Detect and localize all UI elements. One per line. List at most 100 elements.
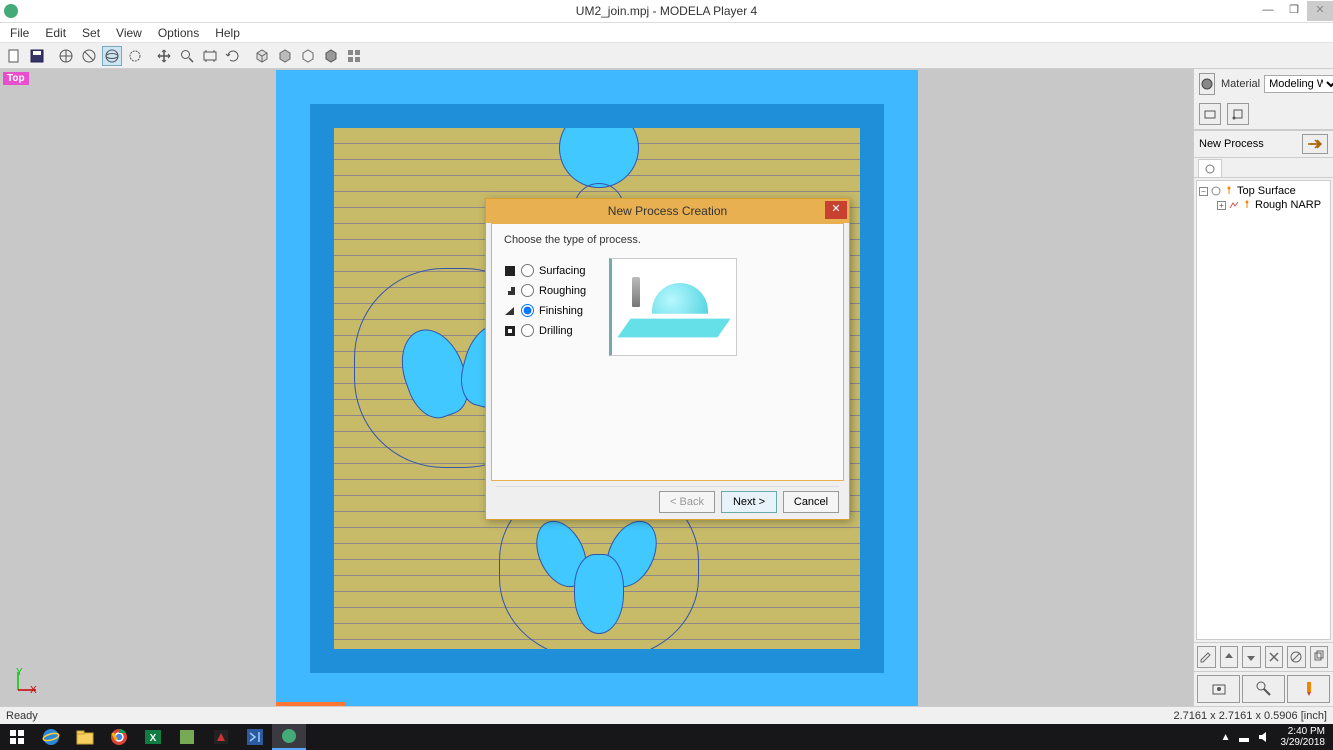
tree-child-label: Rough NARP (1255, 199, 1321, 211)
status-bar: Ready 2.7161 x 2.7161 x 0.5906 [inch] (0, 706, 1333, 724)
back-button: < Back (659, 491, 715, 513)
surfacing-icon (504, 265, 516, 277)
movedown-icon[interactable] (1242, 646, 1261, 668)
tray-network-icon[interactable] (1237, 730, 1251, 744)
tree-child[interactable]: + Rough NARP (1199, 198, 1328, 212)
disable-icon[interactable] (1287, 646, 1306, 668)
option-finishing[interactable]: Finishing (504, 303, 604, 318)
next-button[interactable]: Next > (721, 491, 777, 513)
material-label: Material (1221, 78, 1260, 90)
delete-icon[interactable] (1265, 646, 1284, 668)
menu-help[interactable]: Help (207, 26, 248, 40)
zoom-icon[interactable] (177, 46, 197, 66)
tree-root[interactable]: − Top Surface (1199, 184, 1328, 198)
dialog-prompt: Choose the type of process. (504, 234, 831, 246)
svg-text:X: X (150, 733, 157, 744)
new-process-dialog: New Process Creation ✕ Choose the type o… (485, 198, 850, 520)
process-preview-image (609, 258, 737, 356)
drilling-label: Drilling (539, 325, 573, 337)
start-button[interactable] (0, 724, 34, 750)
cube1-icon[interactable] (252, 46, 272, 66)
taskbar-chrome-icon[interactable] (102, 724, 136, 750)
process-tree[interactable]: − Top Surface + Rough NARP (1196, 180, 1331, 640)
cube3-icon[interactable] (298, 46, 318, 66)
save-icon[interactable] (27, 46, 47, 66)
menu-view[interactable]: View (108, 26, 150, 40)
option-surfacing[interactable]: Surfacing (504, 263, 604, 278)
rotate-icon[interactable] (223, 46, 243, 66)
tray-up-icon[interactable]: ▲ (1221, 732, 1231, 743)
new-file-icon[interactable] (4, 46, 24, 66)
process-tab[interactable] (1198, 159, 1222, 177)
radio-surfacing[interactable] (521, 264, 534, 277)
app-icon (4, 4, 18, 18)
material-icon[interactable] (1199, 73, 1215, 95)
side-panel: Material Modeling Wax New Process − Top … (1193, 69, 1333, 706)
material-select[interactable]: Modeling Wax (1264, 75, 1333, 93)
process-type-options: Surfacing Roughing Finishing Drilling (504, 258, 604, 343)
radio-drilling[interactable] (521, 324, 534, 337)
process-tool-row (1194, 642, 1333, 671)
menu-set[interactable]: Set (74, 26, 108, 40)
preview-button[interactable] (1197, 675, 1240, 703)
view-top-icon[interactable] (102, 46, 122, 66)
pan-icon[interactable] (154, 46, 174, 66)
surface-icon (1211, 186, 1221, 196)
taskbar-clock[interactable]: 2:40 PM 3/29/2018 (1277, 724, 1330, 750)
finishing-icon (504, 305, 516, 317)
expand-icon[interactable]: + (1217, 201, 1226, 210)
new-process-label: New Process (1199, 138, 1302, 150)
taskbar-explorer-icon[interactable] (68, 724, 102, 750)
dialog-title-bar[interactable]: New Process Creation ✕ (486, 199, 849, 223)
cancel-button[interactable]: Cancel (783, 491, 839, 513)
window-buttons: — ❐ ✕ (1255, 1, 1333, 21)
dialog-close-button[interactable]: ✕ (825, 201, 847, 219)
tool-button[interactable] (1242, 675, 1285, 703)
option-drilling[interactable]: Drilling (504, 323, 604, 338)
restore-button[interactable]: ❐ (1281, 1, 1307, 21)
taskbar-modela-icon[interactable] (272, 724, 306, 750)
drilling-icon (504, 325, 516, 337)
fit-icon[interactable] (200, 46, 220, 66)
taskbar-app2-icon[interactable] (204, 724, 238, 750)
close-button[interactable]: ✕ (1307, 1, 1333, 21)
grid-icon[interactable] (344, 46, 364, 66)
cube4-icon[interactable] (321, 46, 341, 66)
moveup-icon[interactable] (1220, 646, 1239, 668)
origin-marker (276, 702, 346, 706)
origin-setup-icon[interactable] (1227, 103, 1249, 125)
window-title: UM2_join.mpj - MODELA Player 4 (576, 4, 757, 18)
copy-icon[interactable] (1310, 646, 1329, 668)
collapse-icon[interactable]: − (1199, 187, 1208, 196)
taskbar-excel-icon[interactable]: X (136, 724, 170, 750)
taskbar-ie-icon[interactable] (34, 724, 68, 750)
new-process-button[interactable] (1302, 134, 1328, 154)
roughing-icon (1229, 200, 1239, 210)
cube2-icon[interactable] (275, 46, 295, 66)
model-setup-icon[interactable] (1199, 103, 1221, 125)
radio-roughing[interactable] (521, 284, 534, 297)
toolbar (0, 43, 1333, 69)
axis-x-label: X (30, 685, 37, 696)
option-roughing[interactable]: Roughing (504, 283, 604, 298)
status-left: Ready (6, 710, 38, 722)
edit-process-icon[interactable] (1197, 646, 1216, 668)
system-tray[interactable]: ▲ 2:40 PM 3/29/2018 (1221, 724, 1333, 750)
radio-finishing[interactable] (521, 304, 534, 317)
view-iso-icon[interactable] (125, 46, 145, 66)
view-side-icon[interactable] (79, 46, 99, 66)
menu-options[interactable]: Options (150, 26, 207, 40)
pin-icon (1242, 200, 1252, 210)
cut-button[interactable] (1287, 675, 1330, 703)
menu-edit[interactable]: Edit (37, 26, 74, 40)
view-front-icon[interactable] (56, 46, 76, 66)
axis-y-label: Y (16, 667, 23, 678)
taskbar-vscode-icon[interactable] (238, 724, 272, 750)
view-badge: Top (3, 72, 29, 85)
windows-taskbar[interactable]: X ▲ 2:40 PM 3/29/2018 (0, 724, 1333, 750)
minimize-button[interactable]: — (1255, 1, 1281, 21)
tray-volume-icon[interactable] (1257, 730, 1271, 744)
menu-file[interactable]: File (2, 26, 37, 40)
taskbar-app1-icon[interactable] (170, 724, 204, 750)
title-bar: UM2_join.mpj - MODELA Player 4 — ❐ ✕ (0, 0, 1333, 23)
